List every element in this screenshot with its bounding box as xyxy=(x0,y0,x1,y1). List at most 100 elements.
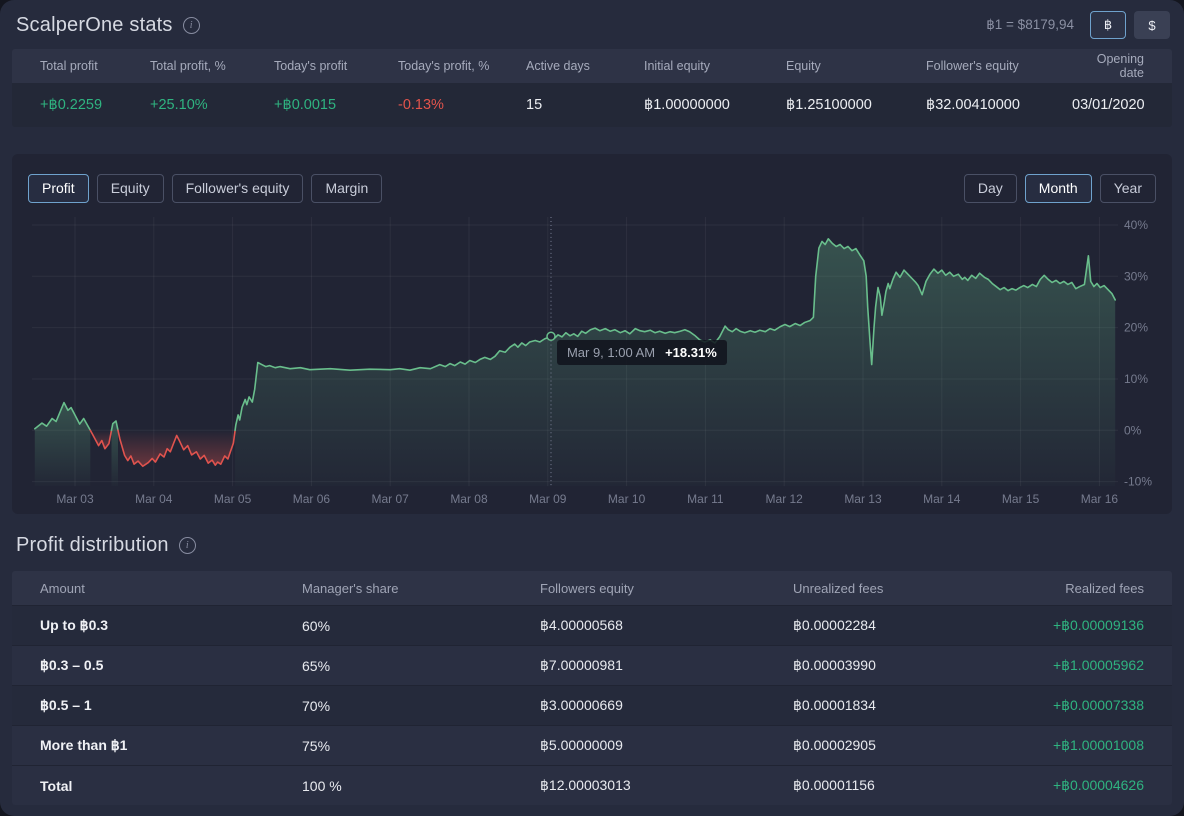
amount-cell: More than ฿1 xyxy=(40,737,302,754)
svg-text:Mar 14: Mar 14 xyxy=(923,492,961,506)
period-buttons: Day Month Year xyxy=(964,174,1156,203)
currency-usd-button[interactable]: $ xyxy=(1134,11,1170,39)
realized-fees-cell: +฿1.00001008 xyxy=(1050,737,1144,754)
page-header: ScalperOne stats i ฿1 = $8179,94 ฿ $ xyxy=(0,0,1184,49)
svg-text:Mar 06: Mar 06 xyxy=(293,492,331,506)
stats-table-values: +฿0.2259 +25.10% +฿0.0015 -0.13% 15 ฿1.0… xyxy=(12,83,1172,127)
followers-equity-value: ฿32.00410000 xyxy=(926,97,1072,113)
svg-text:Mar 11: Mar 11 xyxy=(687,492,724,506)
info-icon[interactable]: i xyxy=(183,17,200,34)
unrealized-fees-cell: ฿0.00001834 xyxy=(793,697,1050,714)
table-row: Up to ฿0.3 60% ฿4.00000568 ฿0.00002284 +… xyxy=(12,605,1172,645)
svg-text:Mar 05: Mar 05 xyxy=(214,492,252,506)
todays-profit-value: +฿0.0015 xyxy=(274,97,398,113)
profit-distribution-title: Profit distribution xyxy=(16,534,169,557)
col-followers-equity: Followers equity xyxy=(540,581,793,596)
followers-equity-cell: ฿12.00003013 xyxy=(540,777,793,794)
amount-cell: ฿0.5 – 1 xyxy=(40,697,302,714)
svg-text:0%: 0% xyxy=(1124,423,1142,437)
share-cell: 65% xyxy=(302,658,540,674)
col-active-days: Active days xyxy=(526,59,644,73)
followers-equity-cell: ฿4.00000568 xyxy=(540,617,793,634)
followers-equity-cell: ฿3.00000669 xyxy=(540,697,793,714)
page-title: ScalperOne stats xyxy=(16,14,173,37)
col-amount: Amount xyxy=(40,581,302,596)
info-icon[interactable]: i xyxy=(179,537,196,554)
realized-fees-cell: +฿0.00009136 xyxy=(1050,617,1144,634)
equity-value: ฿1.25100000 xyxy=(786,97,926,113)
col-realized-fees: Realized fees xyxy=(1050,581,1144,596)
active-days-value: 15 xyxy=(526,97,644,113)
col-total-profit: Total profit xyxy=(40,59,150,73)
svg-text:Mar 10: Mar 10 xyxy=(608,492,646,506)
tab-margin[interactable]: Margin xyxy=(311,174,382,203)
col-todays-profit-pct: Today's profit, % xyxy=(398,59,526,73)
scalperone-stats-page: ScalperOne stats i ฿1 = $8179,94 ฿ $ Tot… xyxy=(0,0,1184,816)
col-total-profit-pct: Total profit, % xyxy=(150,59,274,73)
svg-text:40%: 40% xyxy=(1124,218,1148,232)
profit-chart[interactable]: 40%30%20%10%0%-10%Mar 03Mar 04Mar 05Mar … xyxy=(12,214,1172,513)
distribution-table-header: Amount Manager's share Followers equity … xyxy=(12,571,1172,605)
col-equity: Equity xyxy=(786,59,926,73)
col-initial-equity: Initial equity xyxy=(644,59,786,73)
period-month-button[interactable]: Month xyxy=(1025,174,1092,203)
svg-text:Mar 07: Mar 07 xyxy=(372,492,410,506)
svg-text:Mar 12: Mar 12 xyxy=(766,492,804,506)
opening-date-value: 03/01/2020 xyxy=(1072,97,1145,113)
tab-followers-equity[interactable]: Follower's equity xyxy=(172,174,304,203)
total-profit-pct-value: +25.10% xyxy=(150,97,274,113)
unrealized-fees-cell: ฿0.00002284 xyxy=(793,617,1050,634)
todays-profit-pct-value: -0.13% xyxy=(398,97,526,113)
amount-cell: Total xyxy=(40,778,302,794)
chart-toolbar: Profit Equity Follower's equity Margin D… xyxy=(12,154,1172,203)
tooltip-value: +18.31% xyxy=(665,345,717,360)
stats-table: Total profit Total profit, % Today's pro… xyxy=(12,49,1172,127)
col-opening-date: Opening date xyxy=(1072,52,1144,80)
total-profit-value: +฿0.2259 xyxy=(40,97,150,113)
svg-text:Mar 15: Mar 15 xyxy=(1002,492,1040,506)
metric-tabs: Profit Equity Follower's equity Margin xyxy=(28,174,382,203)
amount-cell: ฿0.3 – 0.5 xyxy=(40,657,302,674)
svg-text:10%: 10% xyxy=(1124,372,1148,386)
svg-text:Mar 13: Mar 13 xyxy=(844,492,882,506)
table-row-total: Total 100 % ฿12.00003013 ฿0.00001156 +฿0… xyxy=(12,765,1172,805)
amount-cell: Up to ฿0.3 xyxy=(40,617,302,634)
followers-equity-cell: ฿5.00000009 xyxy=(540,737,793,754)
svg-text:Mar 08: Mar 08 xyxy=(450,492,488,506)
share-cell: 60% xyxy=(302,618,540,634)
share-cell: 70% xyxy=(302,698,540,714)
profit-distribution-table: Amount Manager's share Followers equity … xyxy=(12,571,1172,805)
tab-equity[interactable]: Equity xyxy=(97,174,164,203)
svg-text:-10%: -10% xyxy=(1124,475,1152,489)
table-row: More than ฿1 75% ฿5.00000009 ฿0.00002905… xyxy=(12,725,1172,765)
realized-fees-cell: +฿0.00004626 xyxy=(1050,777,1144,794)
chart-panel: Profit Equity Follower's equity Margin D… xyxy=(12,154,1172,514)
period-year-button[interactable]: Year xyxy=(1100,174,1156,203)
initial-equity-value: ฿1.00000000 xyxy=(644,97,786,113)
followers-equity-cell: ฿7.00000981 xyxy=(540,657,793,674)
svg-text:30%: 30% xyxy=(1124,269,1148,283)
share-cell: 75% xyxy=(302,738,540,754)
col-todays-profit: Today's profit xyxy=(274,59,398,73)
unrealized-fees-cell: ฿0.00001156 xyxy=(793,777,1050,794)
col-managers-share: Manager's share xyxy=(302,581,540,596)
exchange-rate: ฿1 = $8179,94 xyxy=(986,17,1074,33)
svg-text:Mar 16: Mar 16 xyxy=(1081,492,1119,506)
unrealized-fees-cell: ฿0.00002905 xyxy=(793,737,1050,754)
svg-text:20%: 20% xyxy=(1124,321,1148,335)
tab-profit[interactable]: Profit xyxy=(28,174,89,203)
table-row: ฿0.3 – 0.5 65% ฿7.00000981 ฿0.00003990 +… xyxy=(12,645,1172,685)
currency-btc-button[interactable]: ฿ xyxy=(1090,11,1126,39)
period-day-button[interactable]: Day xyxy=(964,174,1017,203)
stats-table-header: Total profit Total profit, % Today's pro… xyxy=(12,49,1172,83)
table-row: ฿0.5 – 1 70% ฿3.00000669 ฿0.00001834 +฿0… xyxy=(12,685,1172,725)
realized-fees-cell: +฿0.00007338 xyxy=(1050,697,1144,714)
profit-distribution-section: Profit distribution i Amount Manager's s… xyxy=(0,514,1184,805)
svg-text:Mar 03: Mar 03 xyxy=(56,492,94,506)
col-followers-equity: Follower's equity xyxy=(926,59,1072,73)
share-cell: 100 % xyxy=(302,778,540,794)
svg-text:Mar 09: Mar 09 xyxy=(529,492,567,506)
tooltip-timestamp: Mar 9, 1:00 AM xyxy=(567,345,655,360)
chart-tooltip: Mar 9, 1:00 AM +18.31% xyxy=(557,340,727,365)
unrealized-fees-cell: ฿0.00003990 xyxy=(793,657,1050,674)
